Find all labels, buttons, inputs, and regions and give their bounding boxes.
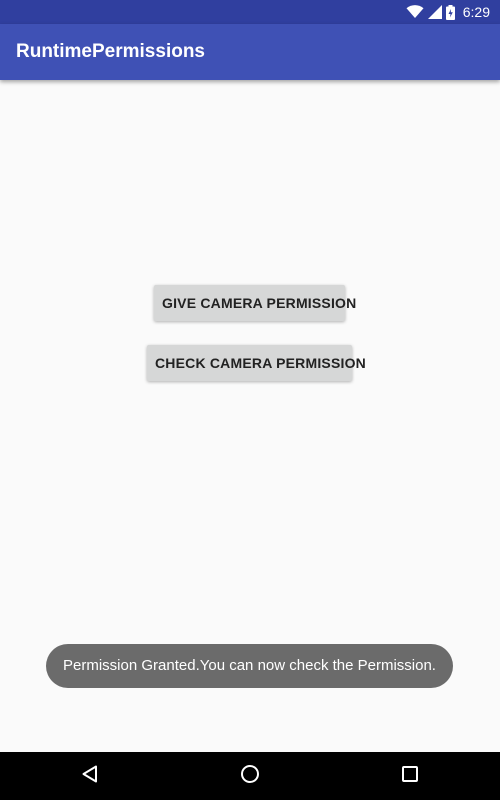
give-camera-permission-button[interactable]: GIVE CAMERA PERMISSION [154,285,356,321]
status-icons: 6:29 [406,0,490,24]
check-camera-permission-button[interactable]: CHECK CAMERA PERMISSION [147,345,366,381]
status-time: 6:29 [462,4,490,20]
app-title: RuntimePermissions [16,41,205,62]
toast-message: Permission Granted.You can now check the… [46,644,453,688]
home-icon [239,763,261,790]
screen: 6:29 RuntimePermissions GIVE CAMERA PERM… [0,0,500,800]
recents-button[interactable] [380,752,440,800]
app-bar: RuntimePermissions [0,24,500,80]
home-button[interactable] [220,752,280,800]
back-icon [80,764,100,789]
wifi-icon [406,5,424,19]
back-button[interactable] [60,752,120,800]
navigation-bar [0,752,500,800]
signal-icon [427,5,442,19]
status-bar: 6:29 [0,0,500,24]
battery-icon [445,4,455,20]
recents-icon [401,765,419,788]
